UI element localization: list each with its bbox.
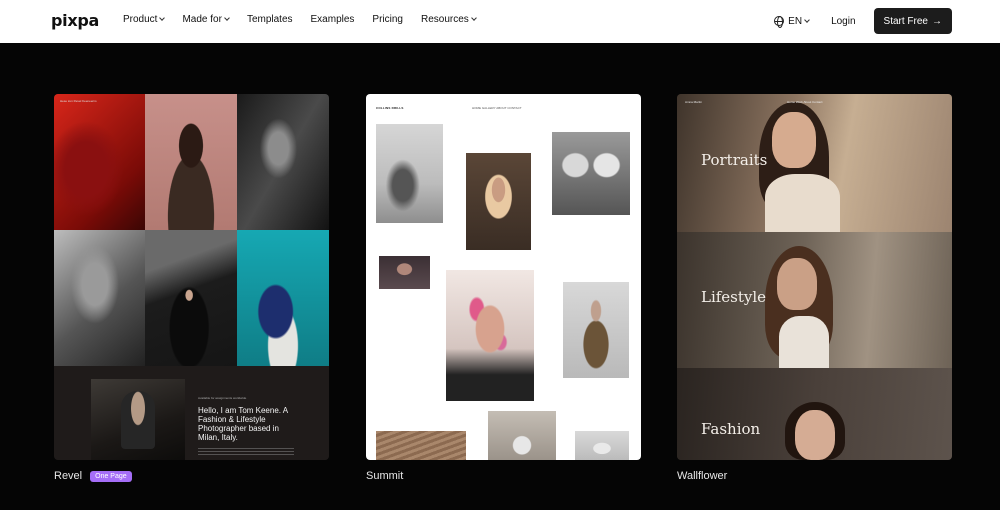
preview-photo [376, 124, 443, 223]
top-navigation: pixpa Product Made for Templates Example… [0, 0, 1000, 43]
photographer-figure [121, 391, 155, 449]
template-caption-wallflower: Wallflower [677, 470, 727, 482]
template-card-summit[interactable]: COLLINS DRILLS HOME GALLERY ABOUT CONTAC… [366, 94, 641, 460]
nav-actions: EN Login Start Free → [774, 8, 952, 34]
menu-item-examples[interactable]: Examples [311, 14, 355, 25]
language-label: EN [788, 15, 803, 27]
preview-photo [466, 153, 531, 250]
menu-item-label: Product [123, 14, 158, 25]
preview-section-lifestyle: Lifestyle [677, 232, 952, 368]
preview-photo [379, 256, 430, 289]
template-card-revel[interactable]: Hese tom Revel Keeneerns Available for a… [54, 94, 329, 460]
template-name[interactable]: Wallflower [677, 470, 727, 482]
preview-photo [563, 282, 629, 378]
section-title-fashion: Fashion [701, 420, 761, 438]
template-name[interactable]: Summit [366, 470, 403, 482]
preview-menu: HOME GALLERY ABOUT CONTACT [472, 106, 522, 110]
preview-section-portraits: Portraits [677, 94, 952, 232]
preview-photo [552, 132, 630, 215]
menu-item-resources[interactable]: Resources [421, 14, 477, 25]
preview-photo [91, 379, 185, 460]
menu-item-templates[interactable]: Templates [247, 14, 293, 25]
preview-face [795, 410, 835, 460]
chevron-down-icon [470, 15, 477, 21]
preview-header: Hese tom Revel Keeneerns [60, 99, 97, 103]
menu-item-label: Templates [246, 14, 293, 25]
menu-item-label: Resources [421, 14, 469, 25]
menu-item-label: Examples [310, 14, 355, 25]
preview-description-lines [198, 448, 294, 456]
preview-photo [446, 270, 534, 401]
chevron-down-icon [224, 15, 230, 21]
preview-menu: Home Work About Contact [787, 100, 823, 104]
menu-item-product[interactable]: Product [123, 14, 166, 25]
menu-item-label: Pricing [372, 14, 403, 25]
arrow-right-icon: → [932, 15, 942, 27]
preview-shoulder [765, 174, 840, 232]
menu-item-label: Made for [182, 14, 222, 25]
chevron-down-icon [159, 15, 166, 21]
language-selector[interactable]: EN [774, 15, 810, 28]
main-menu: Product Made for Templates Examples Pric… [123, 14, 494, 25]
preview-face [777, 258, 817, 310]
preview-photo [237, 230, 329, 366]
pixpa-logo[interactable]: pixpa [51, 11, 99, 30]
preview-intro-section: Available for assignments worldwide Hell… [54, 366, 329, 460]
preview-photo [488, 411, 556, 460]
section-title-portraits: Portraits [701, 151, 768, 169]
preview-photo [237, 94, 329, 230]
template-card-wallflower[interactable]: Portraits Lifestyle Fashion Amna Martin … [677, 94, 952, 460]
preview-photo [376, 431, 466, 460]
one-page-badge: One Page [90, 470, 132, 482]
template-name[interactable]: Revel [54, 470, 82, 482]
preview-shoulder [779, 316, 829, 368]
menu-item-pricing[interactable]: Pricing [372, 14, 403, 25]
preview-intro-text: Hello, I am Tom Keene. A Fashion & Lifes… [198, 406, 288, 442]
preview-photo [575, 431, 629, 460]
preview-section-fashion: Fashion [677, 368, 952, 460]
login-link[interactable]: Login [831, 16, 855, 27]
start-free-button[interactable]: Start Free → [873, 8, 952, 34]
chevron-down-icon [804, 16, 810, 23]
preview-intro-small: Available for assignments worldwide [198, 396, 247, 400]
preview-site-name: COLLINS DRILLS [376, 106, 404, 110]
preview-photo [145, 94, 237, 230]
menu-item-made-for[interactable]: Made for [182, 14, 230, 25]
template-caption-summit: Summit [366, 470, 403, 482]
preview-photo [145, 230, 237, 366]
globe-icon [774, 16, 785, 28]
preview-photo [54, 94, 145, 230]
template-caption-revel: Revel One Page [54, 470, 132, 482]
preview-face [772, 112, 816, 168]
preview-photo [54, 230, 145, 366]
preview-site-name: Amna Martin [685, 100, 703, 104]
section-title-lifestyle: Lifestyle [701, 288, 767, 306]
start-free-label: Start Free [883, 15, 928, 27]
